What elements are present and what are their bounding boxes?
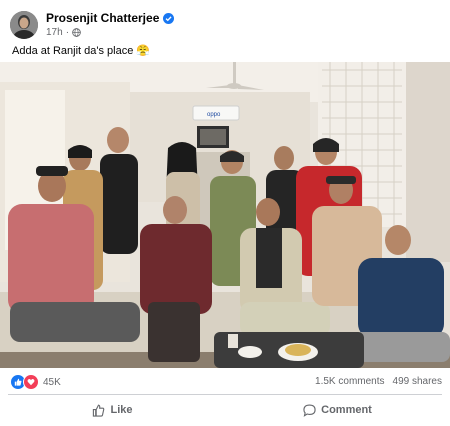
post-photo[interactable]: oppo xyxy=(0,62,450,368)
comment-button[interactable]: Comment xyxy=(225,398,450,422)
like-label: Like xyxy=(110,404,133,416)
reaction-summary[interactable]: 45K xyxy=(10,374,61,390)
comment-bubble-icon xyxy=(303,404,316,417)
love-reaction-icon xyxy=(23,374,39,390)
reaction-count: 45K xyxy=(43,376,61,388)
ac-brand-label: oppo xyxy=(207,112,221,118)
post-stats: 1.5K comments 499 shares xyxy=(315,376,442,387)
dot-separator: · xyxy=(65,27,70,38)
shares-count[interactable]: 499 shares xyxy=(393,376,442,387)
comments-count[interactable]: 1.5K comments xyxy=(315,376,384,387)
thumbs-up-icon xyxy=(93,403,105,417)
post-meta: Prosenjit Chatterjee 17h · xyxy=(46,11,175,39)
actions-divider xyxy=(8,394,442,395)
author-avatar[interactable] xyxy=(10,11,38,39)
comment-label: Comment xyxy=(321,404,372,416)
post-card: Prosenjit Chatterjee 17h · Adda at Ranji… xyxy=(0,0,450,426)
post-time-row: 17h · xyxy=(46,26,174,39)
post-time[interactable]: 17h xyxy=(46,26,63,39)
verified-badge-icon xyxy=(163,13,175,24)
post-caption: Adda at Ranjit da's place 😤 xyxy=(12,45,151,57)
author-row: Prosenjit Chatterjee xyxy=(46,11,175,26)
author-name[interactable]: Prosenjit Chatterjee xyxy=(46,11,159,26)
post-actions: Like Comment xyxy=(0,398,450,422)
like-button[interactable]: Like xyxy=(0,398,225,422)
globe-icon xyxy=(72,28,81,37)
post-header: Prosenjit Chatterjee 17h · xyxy=(10,8,175,42)
